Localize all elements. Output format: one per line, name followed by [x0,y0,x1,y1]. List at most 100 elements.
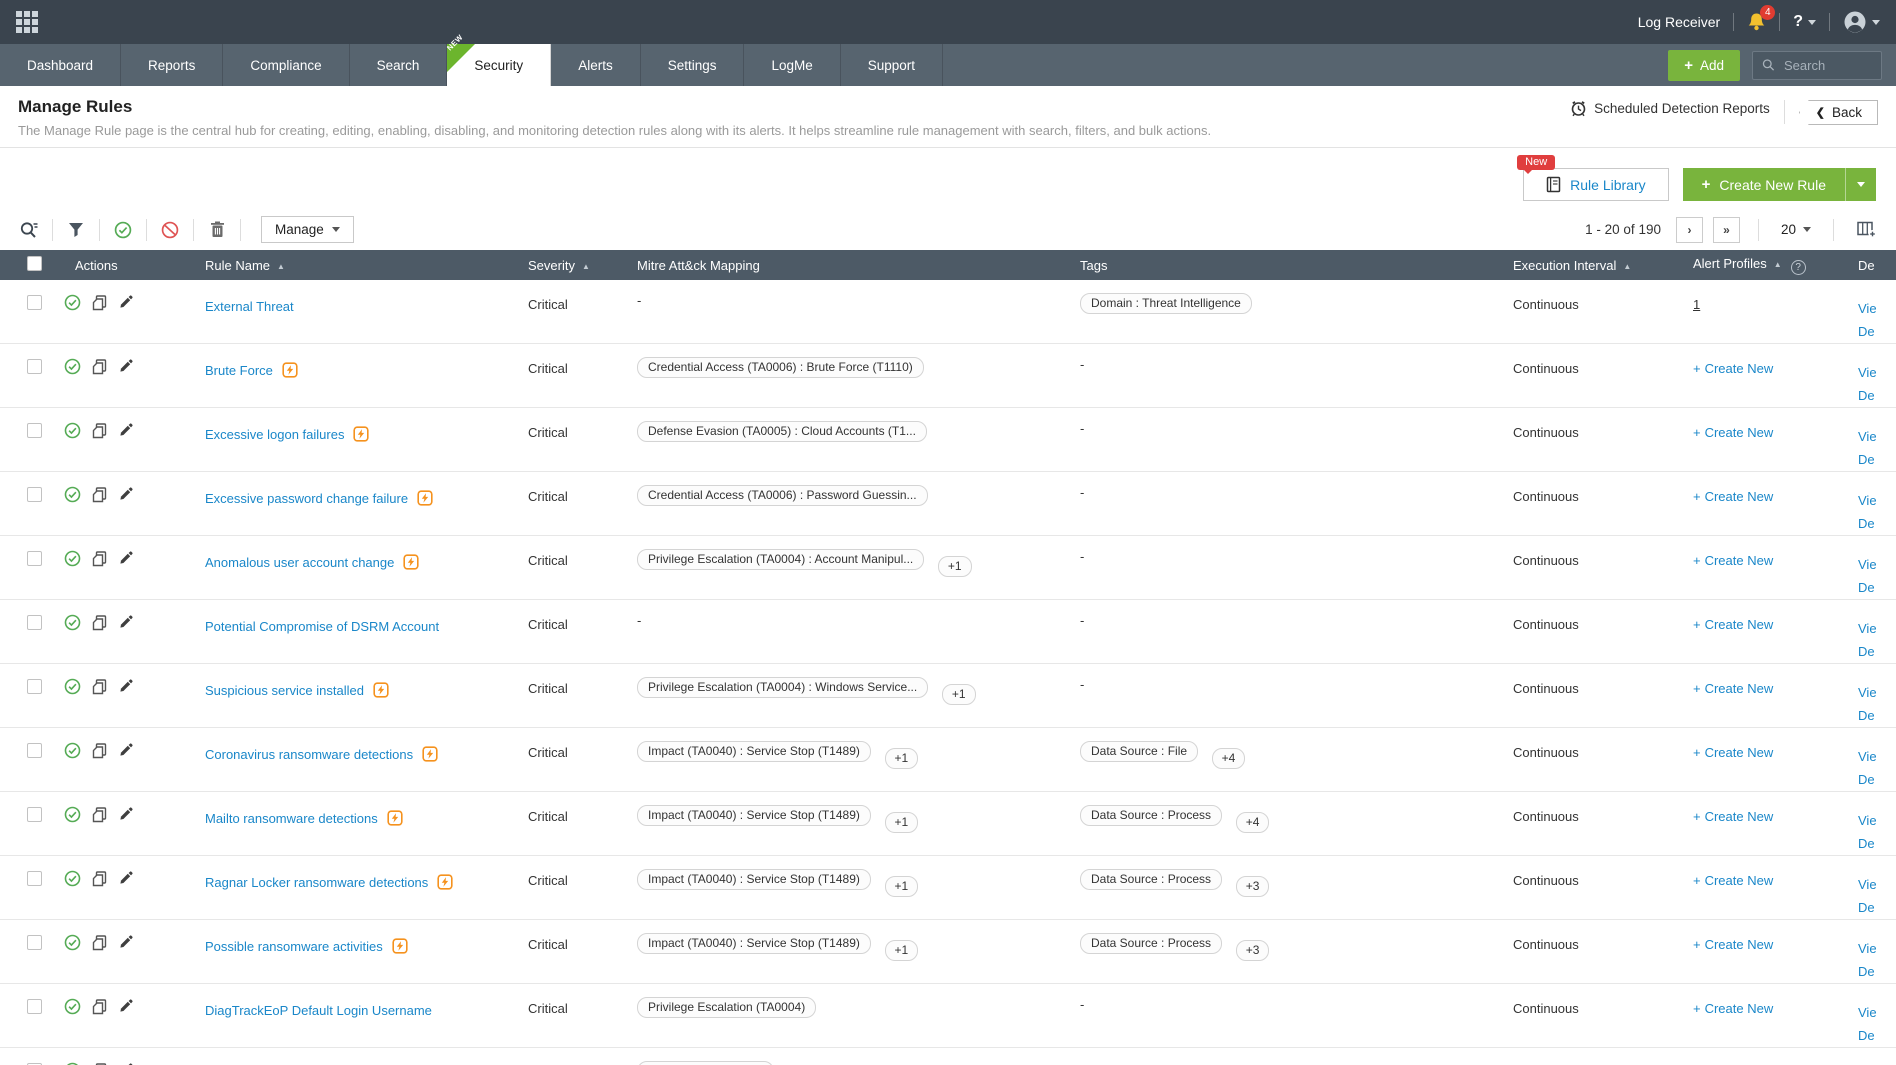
row-checkbox[interactable] [27,295,42,310]
rule-name-link[interactable]: DiagTrackEoP Default Login Username [205,1001,432,1020]
rule-enabled-icon[interactable] [64,486,81,503]
row-checkbox[interactable] [27,999,42,1014]
row-checkbox[interactable] [27,615,42,630]
copy-rule-icon[interactable] [92,998,107,1015]
sort-asc-icon[interactable]: ▲ [277,262,285,271]
last-page-button[interactable]: » [1712,216,1740,243]
rule-name-link[interactable]: Ragnar Locker ransomware detections [205,873,428,892]
rule-name-link[interactable]: Possible ransomware activities [205,937,383,956]
copy-rule-icon[interactable] [92,870,107,887]
rule-name-link[interactable]: Mailto ransomware detections [205,809,378,828]
mitre-pill[interactable]: Defense Evasion (TA0005) : Cloud Account… [637,421,927,442]
view-link[interactable]: Vie [1858,553,1896,576]
view-link[interactable]: Vie [1858,425,1896,448]
create-new-rule-button[interactable]: + Create New Rule [1682,168,1845,201]
edit-rule-icon[interactable] [118,999,133,1014]
mitre-pill[interactable]: Impact (TA0040) : Service Stop (T1489) [637,741,871,762]
mitre-pill[interactable]: Credential Access (TA0006) : Password Gu… [637,485,928,506]
delete-icon[interactable] [202,221,232,238]
col-header-alert-profiles[interactable]: Alert Profiles ▲? [1685,250,1850,280]
row-checkbox[interactable] [27,551,42,566]
rule-enabled-icon[interactable] [64,742,81,759]
col-header-execution-interval[interactable]: Execution Interval ▲ [1505,250,1685,280]
view-link[interactable]: Vie [1858,361,1896,384]
row-checkbox[interactable] [27,743,42,758]
create-new-alert-link[interactable]: + Create New [1693,681,1773,696]
advanced-search-icon[interactable] [14,221,44,239]
row-checkbox[interactable] [27,679,42,694]
rule-enabled-icon[interactable] [64,678,81,695]
create-new-alert-link[interactable]: + Create New [1693,937,1773,952]
rule-name-link[interactable]: Anomalous user account change [205,553,394,572]
edit-rule-icon[interactable] [118,615,133,630]
create-new-alert-link[interactable]: + Create New [1693,425,1773,440]
row-checkbox[interactable] [27,423,42,438]
mitre-more-pill[interactable]: +1 [884,812,919,833]
copy-rule-icon[interactable] [92,742,107,759]
rule-name-link[interactable]: Brute Force [205,361,273,380]
rule-name-link[interactable]: Potential Compromise of DSRM Account [205,617,439,636]
mitre-pill[interactable]: Privilege Escalation (TA0004) : Windows … [637,677,929,698]
row-checkbox[interactable] [27,871,42,886]
copy-rule-icon[interactable] [92,934,107,951]
view-link[interactable]: Vie [1858,745,1896,768]
tag-pill[interactable]: Domain : Threat Intelligence [1080,293,1252,314]
details-link[interactable]: De [1858,768,1896,791]
add-button[interactable]: + Add [1668,49,1740,81]
copy-rule-icon[interactable] [92,550,107,567]
scheduled-detection-reports-link[interactable]: Scheduled Detection Reports [1570,100,1770,117]
rule-enabled-icon[interactable] [64,294,81,311]
view-link[interactable]: Vie [1858,1001,1896,1024]
rule-enabled-icon[interactable] [64,422,81,439]
row-checkbox[interactable] [27,359,42,374]
mitre-pill[interactable]: Impact (TA0040) : Service Stop (T1489) [637,805,871,826]
help-menu[interactable]: ? [1793,13,1816,31]
create-new-alert-link[interactable]: + Create New [1693,873,1773,888]
filter-icon[interactable] [61,222,91,238]
rule-library-button[interactable]: New Rule Library [1517,155,1669,201]
sort-asc-icon[interactable]: ▲ [1774,260,1782,269]
mitre-pill[interactable]: Privilege Escalation (TA0004) : Account … [637,549,925,570]
view-link[interactable]: Vie [1858,617,1896,640]
rule-enabled-icon[interactable] [64,934,81,951]
edit-rule-icon[interactable] [118,743,133,758]
create-new-alert-link[interactable]: + Create New [1693,361,1773,376]
page-size-dropdown[interactable]: 20 [1777,222,1815,237]
tab-security[interactable]: NEW Security [445,33,552,86]
edit-rule-icon[interactable] [118,551,133,566]
tab-support[interactable]: Support [841,44,944,86]
tag-pill[interactable]: Data Source : File [1080,741,1199,762]
rule-name-link[interactable]: Excessive logon failures [205,425,344,444]
rule-enabled-icon[interactable] [64,614,81,631]
tag-pill[interactable]: Data Source : Process [1080,869,1223,890]
edit-rule-icon[interactable] [118,679,133,694]
create-new-alert-link[interactable]: + Create New [1693,553,1773,568]
details-link[interactable]: De [1858,1024,1896,1047]
tags-more-pill[interactable]: +3 [1235,940,1270,961]
copy-rule-icon[interactable] [92,486,107,503]
mitre-more-pill[interactable]: +1 [884,876,919,897]
row-checkbox[interactable] [27,487,42,502]
tags-more-pill[interactable]: +4 [1211,748,1246,769]
rule-enabled-icon[interactable] [64,998,81,1015]
create-rule-dropdown-toggle[interactable] [1845,168,1876,201]
edit-rule-icon[interactable] [118,871,133,886]
details-link[interactable]: De [1858,704,1896,727]
create-new-alert-link[interactable]: + Create New [1693,617,1773,632]
manage-dropdown[interactable]: Manage [261,216,354,243]
edit-rule-icon[interactable] [118,359,133,374]
view-link[interactable]: Vie [1858,937,1896,960]
details-link[interactable]: De [1858,640,1896,663]
tab-settings[interactable]: Settings [641,44,745,86]
edit-rule-icon[interactable] [118,807,133,822]
rule-enabled-icon[interactable] [64,806,81,823]
mitre-more-pill[interactable]: +1 [884,940,919,961]
details-link[interactable]: De [1858,512,1896,535]
view-link[interactable]: Vie [1858,297,1896,320]
row-checkbox[interactable] [27,935,42,950]
tab-compliance[interactable]: Compliance [223,44,350,86]
rule-enabled-icon[interactable] [64,870,81,887]
details-link[interactable]: De [1858,320,1896,343]
tag-pill[interactable]: Data Source : Process [1080,933,1223,954]
copy-rule-icon[interactable] [92,358,107,375]
